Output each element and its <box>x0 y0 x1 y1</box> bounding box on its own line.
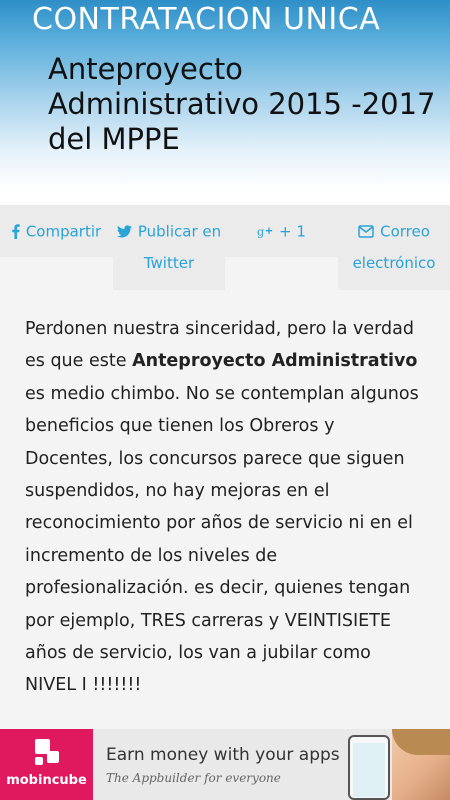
phone-image <box>348 735 390 800</box>
svg-text:g: g <box>257 226 264 239</box>
article-text-part2: es medio chimbo. No se contemplan alguno… <box>25 383 419 696</box>
site-title[interactable]: CONTRATACION UNICA <box>32 2 380 37</box>
ad-subline: The Appbuilder for everyone <box>106 771 281 785</box>
share-email-label-line2: electrónico <box>352 254 436 272</box>
ad-banner[interactable]: mobincube Earn money with your apps The … <box>0 729 450 800</box>
mobincube-logo: mobincube <box>0 729 93 800</box>
google-plus-icon: g <box>257 225 273 238</box>
ad-brand: mobincube <box>6 773 87 788</box>
woman-photo <box>392 729 450 800</box>
post-title: Anteproyecto Administrativo 2015 -2017 d… <box>48 52 436 156</box>
envelope-icon <box>358 225 374 238</box>
share-twitter-button[interactable]: Publicar en Twitter <box>113 205 225 280</box>
article-body: Perdonen nuestra sinceridad, pero la ver… <box>25 313 425 702</box>
twitter-icon <box>116 225 132 238</box>
ad-headline: Earn money with your apps <box>106 745 340 765</box>
article-text-bold: Anteproyecto Administrativo <box>132 351 418 372</box>
share-email-button[interactable]: Correo electrónico <box>338 205 450 280</box>
share-facebook-button[interactable]: Compartir <box>0 205 112 257</box>
facebook-icon <box>11 224 20 239</box>
mobincube-mark-icon <box>35 739 59 765</box>
share-facebook-label: Compartir <box>25 222 102 241</box>
share-email-label: Correo <box>380 222 430 241</box>
share-google-plus-label: + 1 <box>279 222 306 241</box>
share-twitter-label: Publicar en <box>137 222 222 241</box>
page-header: CONTRATACION UNICA Anteproyecto Administ… <box>0 0 450 205</box>
share-google-plus-button[interactable]: g + 1 <box>225 205 338 257</box>
